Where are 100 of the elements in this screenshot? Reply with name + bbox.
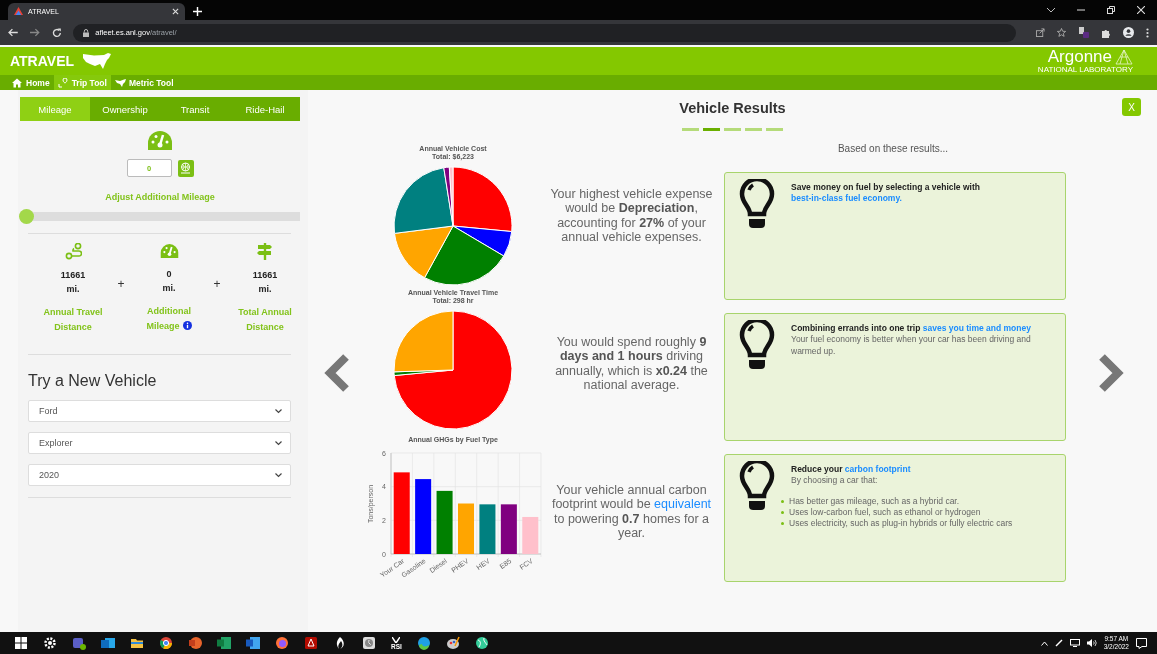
lightbulb-icon bbox=[739, 178, 775, 229]
distance-label: Total Annual Distance bbox=[237, 306, 293, 334]
link[interactable]: best-in-class fuel economy. bbox=[791, 193, 902, 203]
plus-sign: + bbox=[212, 277, 222, 291]
volume-icon[interactable] bbox=[1086, 639, 1097, 647]
vehicle-select[interactable]: 2020 bbox=[28, 464, 291, 486]
gauge-icon bbox=[159, 243, 179, 259]
forward-icon[interactable] bbox=[29, 28, 40, 37]
lightbulb-icon bbox=[739, 460, 775, 511]
spreadsheet-app-icon[interactable] bbox=[217, 636, 231, 650]
notification-icon[interactable] bbox=[1136, 637, 1147, 649]
distance-label: Annual Travel Distance bbox=[42, 306, 104, 334]
bullet-icon bbox=[781, 521, 784, 525]
close-icon[interactable] bbox=[172, 8, 179, 15]
globe-app-icon[interactable] bbox=[474, 636, 489, 650]
bullet-icon bbox=[781, 499, 784, 503]
link[interactable]: equivalent bbox=[654, 497, 712, 511]
signpost-icon bbox=[256, 243, 274, 260]
profile-icon[interactable] bbox=[1123, 27, 1134, 38]
browser-icon[interactable] bbox=[159, 636, 173, 650]
vehicle-select[interactable]: Explorer bbox=[28, 432, 291, 454]
fox-browser-icon[interactable] bbox=[275, 636, 289, 650]
lightbulb-icon bbox=[739, 319, 775, 370]
bar bbox=[522, 516, 539, 554]
nav-link[interactable]: Metric Tool bbox=[110, 75, 178, 90]
section-heading: Try a New Vehicle bbox=[28, 372, 158, 390]
gauge-icon bbox=[147, 130, 173, 151]
paint-app-icon[interactable] bbox=[445, 636, 460, 650]
tip-text: By choosing a car that: bbox=[791, 475, 879, 487]
advice-heading: Based on these results... bbox=[836, 142, 950, 154]
settings-icon[interactable] bbox=[43, 636, 57, 650]
document-app-icon[interactable] bbox=[246, 636, 260, 650]
share-icon[interactable] bbox=[1036, 28, 1045, 37]
tip-headline: Combining errands into one trip saves you time and money bbox=[791, 322, 1032, 334]
tab[interactable]: Mileage bbox=[20, 97, 90, 121]
network-icon[interactable] bbox=[1069, 639, 1080, 647]
reload-icon[interactable] bbox=[51, 27, 62, 38]
pen-icon[interactable] bbox=[1054, 639, 1063, 647]
pdf-app-icon[interactable] bbox=[304, 636, 318, 650]
summary-text: Your highest vehicle expense would be Depreciation, accounting for 27% of your annual vehicle expenses. bbox=[549, 186, 714, 246]
slider[interactable] bbox=[20, 209, 300, 224]
bar bbox=[479, 503, 496, 554]
map-pin-icon bbox=[57, 77, 69, 88]
list-item: Has better gas mileage, such as a hybrid car. bbox=[789, 495, 960, 507]
edge-browser-icon[interactable] bbox=[416, 636, 431, 650]
link[interactable]: saves you time and money bbox=[922, 322, 1031, 333]
list-item: Uses electricity, such as plug-in hybrids or fully electric cars bbox=[789, 517, 1013, 529]
start-icon[interactable] bbox=[14, 636, 28, 650]
nav-link[interactable]: Trip Tool bbox=[53, 75, 111, 90]
restore-icon[interactable] bbox=[1107, 6, 1115, 14]
close-button[interactable]: X bbox=[1122, 98, 1141, 116]
chevron-down-icon bbox=[275, 472, 282, 478]
route-icon bbox=[64, 243, 82, 260]
back-icon[interactable] bbox=[8, 28, 18, 37]
favicon-icon bbox=[14, 7, 23, 16]
argonne-logo: Argonne NATIONAL LABORATORY bbox=[1037, 48, 1133, 74]
bar bbox=[458, 503, 474, 554]
nav-link[interactable]: Home bbox=[8, 75, 54, 90]
puzzle-icon[interactable] bbox=[1101, 27, 1111, 38]
chat-app-icon[interactable] bbox=[72, 636, 86, 650]
distance-label: Additional Mileage bbox=[145, 305, 193, 333]
slider-thumb[interactable] bbox=[19, 209, 34, 224]
distance-value: 11661 mi. bbox=[252, 269, 278, 296]
close-icon[interactable] bbox=[1137, 6, 1145, 14]
star-icon[interactable] bbox=[1057, 28, 1066, 37]
clock-app-icon[interactable] bbox=[362, 636, 376, 650]
tip-headline: Save money on fuel by selecting a vehicle with best-in-class fuel economy. bbox=[791, 181, 981, 205]
chevron-down-icon bbox=[275, 440, 282, 446]
summary-text: Your vehicle annual carbon footprint would be equivalent to powering 0.7 homes for a year. bbox=[550, 482, 713, 542]
distance-value: 0 mi. bbox=[162, 268, 176, 295]
list-item: Uses low-carbon fuel, such as ethanol or hydrogen bbox=[789, 506, 981, 518]
menu-icon[interactable] bbox=[1146, 27, 1149, 38]
slider-label: Adjust Additional Mileage bbox=[105, 192, 215, 202]
vehicle-select[interactable]: Ford bbox=[28, 400, 291, 422]
tab[interactable]: Transit bbox=[160, 97, 230, 121]
new-tab-icon[interactable] bbox=[193, 7, 202, 16]
folder-icon[interactable] bbox=[130, 636, 144, 650]
lock-icon bbox=[83, 28, 90, 37]
us-map-icon bbox=[114, 77, 126, 88]
tip-headline: Reduce your carbon footprint bbox=[791, 463, 912, 475]
plus-sign: + bbox=[116, 277, 126, 291]
house-icon bbox=[12, 77, 23, 88]
results-title: Vehicle Results bbox=[679, 100, 786, 116]
site-title: ATRAVEL bbox=[10, 53, 75, 69]
link[interactable]: carbon footprint bbox=[844, 463, 911, 474]
bullet-icon bbox=[781, 510, 784, 514]
chevron-up-icon[interactable] bbox=[1040, 640, 1048, 646]
chevron-down-icon bbox=[275, 408, 282, 414]
info-icon[interactable] bbox=[182, 320, 192, 330]
bar bbox=[500, 503, 517, 554]
mail-app-icon[interactable] bbox=[101, 636, 115, 650]
extension-icon[interactable] bbox=[1078, 27, 1089, 38]
summary-text: You would spend roughly 9 days and 1 hours driving annually, which is x0.24 the national average. bbox=[554, 334, 709, 394]
tab[interactable]: Ownership bbox=[90, 97, 160, 121]
chevron-down-icon[interactable] bbox=[1047, 7, 1055, 13]
slides-app-icon[interactable] bbox=[188, 636, 202, 650]
us-map-icon bbox=[82, 52, 113, 70]
distance-value: 11661 mi. bbox=[60, 269, 86, 296]
tip-text: Your fuel economy is better when your car has been driving and warmed up. bbox=[791, 334, 1032, 357]
tab[interactable]: Ride-Hail bbox=[230, 97, 300, 121]
